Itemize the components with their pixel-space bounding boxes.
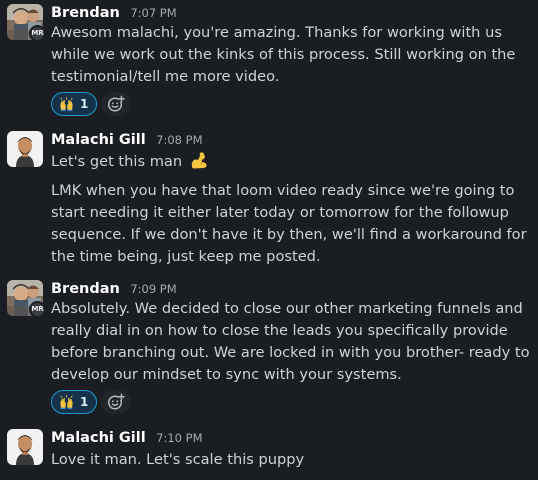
message-text: Love it man. Let's scale this puppy: [51, 451, 305, 468]
message-text: Awesom malachi, you're amazing. Thanks f…: [51, 24, 516, 85]
flexed-biceps-icon: [191, 152, 207, 169]
timestamp[interactable]: 7:09 PM: [130, 282, 176, 296]
author-name[interactable]: Malachi Gill: [51, 430, 146, 446]
avatar-malachi-gill[interactable]: [7, 131, 43, 167]
author-name[interactable]: Brendan: [51, 5, 120, 21]
reaction-count: 1: [80, 395, 89, 409]
message-header: Malachi Gill 7:08 PM: [51, 131, 203, 151]
message-text: Absolutely. We decided to close our othe…: [51, 300, 530, 383]
timestamp[interactable]: 7:08 PM: [156, 133, 202, 147]
add-reaction-button[interactable]: [101, 390, 131, 414]
message-header: Brendan 7:09 PM: [51, 280, 177, 300]
avatar-malachi-gill[interactable]: [7, 429, 43, 465]
raised-hands-icon: [59, 395, 74, 410]
add-reaction-icon: [107, 95, 125, 113]
message-text-line-1: Let's get this man: [51, 150, 533, 173]
reaction-pill[interactable]: 1: [51, 390, 97, 414]
author-name[interactable]: Brendan: [51, 281, 120, 297]
message-text: Let's get this man: [51, 153, 183, 170]
reaction-pill[interactable]: 1: [51, 92, 97, 116]
timestamp[interactable]: 7:07 PM: [130, 6, 176, 20]
message-header: Brendan 7:07 PM: [51, 4, 177, 24]
author-name[interactable]: Malachi Gill: [51, 132, 146, 148]
message-text: LMK when you have that loom video ready …: [51, 182, 527, 265]
raised-hands-icon: [59, 97, 74, 112]
add-reaction-button[interactable]: [101, 92, 131, 116]
message-header: Malachi Gill 7:10 PM: [51, 429, 203, 449]
reaction-count: 1: [80, 97, 89, 111]
avatar-badge: MR: [29, 25, 46, 42]
avatar-badge: MR: [29, 301, 46, 318]
add-reaction-icon: [107, 393, 125, 411]
timestamp[interactable]: 7:10 PM: [156, 431, 202, 445]
